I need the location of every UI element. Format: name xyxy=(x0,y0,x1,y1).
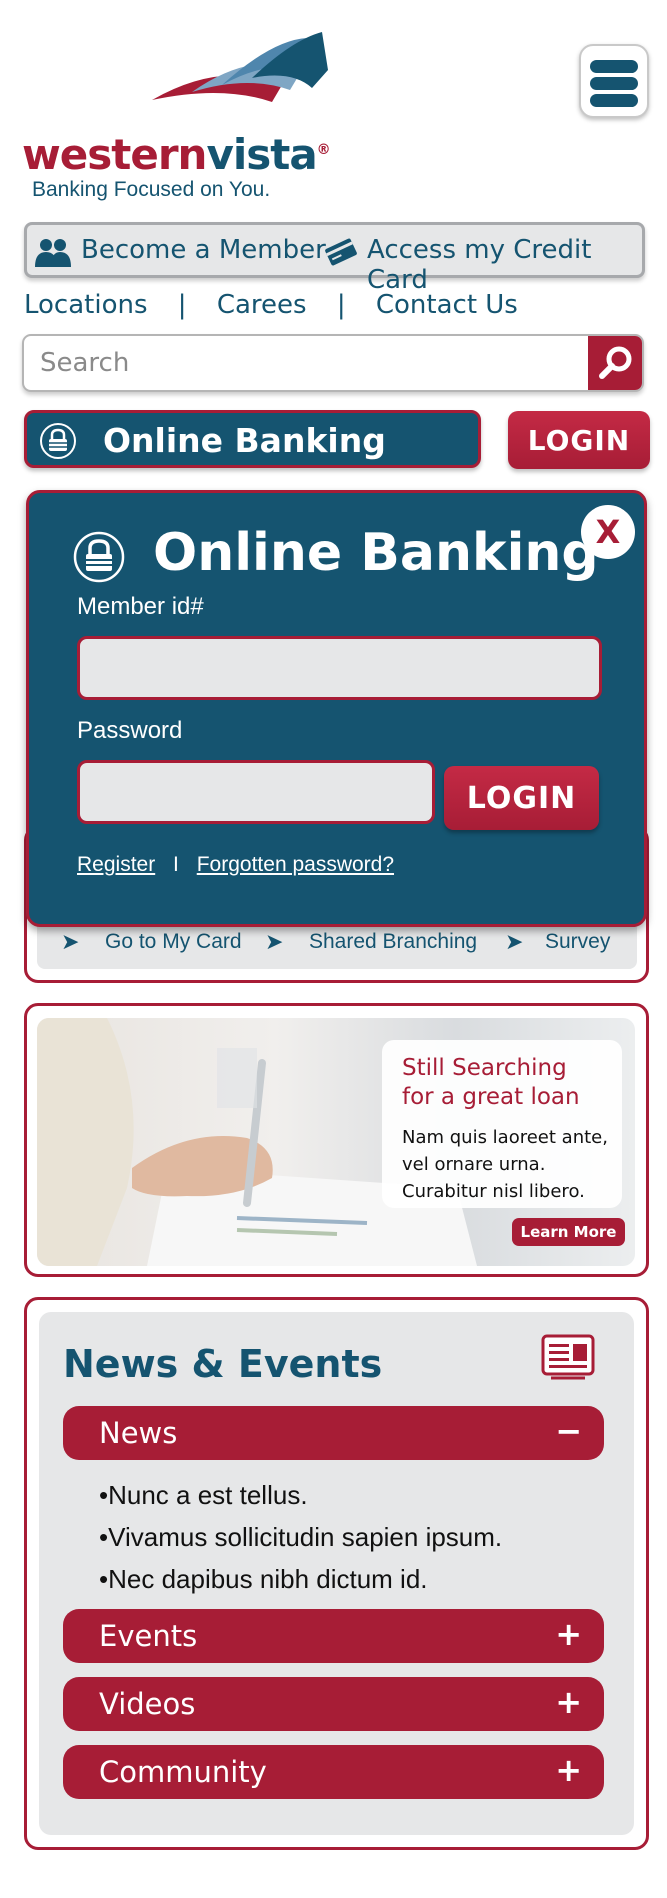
promo-image: Still Searching for a great loan Nam qui… xyxy=(37,1018,635,1266)
news-events-title: News & Events xyxy=(63,1342,383,1386)
online-banking-toggle[interactable]: Online Banking xyxy=(24,410,481,468)
accordion-events[interactable]: Events + xyxy=(63,1609,604,1663)
careers-link[interactable]: Carees xyxy=(217,290,307,320)
shared-branching-link[interactable]: Shared Branching xyxy=(309,930,477,954)
promo-body: Nam quis laoreet ante, vel ornare urna. … xyxy=(402,1127,608,1202)
menu-bar-icon xyxy=(590,60,638,73)
expand-icon: + xyxy=(555,1683,582,1721)
promo-card: Still Searching for a great loan Nam qui… xyxy=(24,1003,649,1277)
promo-heading: Still Searching for a great loan xyxy=(402,1055,580,1110)
contact-us-link[interactable]: Contact Us xyxy=(376,290,518,320)
logo-wordmark: westernvista® xyxy=(22,130,331,179)
expand-icon: + xyxy=(555,1751,582,1789)
menu-bar-icon xyxy=(590,77,638,90)
password-label: Password xyxy=(77,717,183,744)
member-bar: Become a Member Access my Credit Card xyxy=(24,222,645,295)
member-id-label: Member id# xyxy=(77,593,204,620)
top-links: Locations | Carees | Contact Us xyxy=(24,290,518,320)
register-link[interactable]: Register xyxy=(77,853,155,876)
online-banking-modal: X Online Banking Member id# Password LOG… xyxy=(26,490,647,927)
accordion-community[interactable]: Community + xyxy=(63,1745,604,1799)
list-item[interactable]: Nunc a est tellus. xyxy=(99,1474,502,1516)
menu-button[interactable] xyxy=(579,44,649,118)
collapse-icon: − xyxy=(555,1412,582,1450)
link-separator: | xyxy=(336,290,346,320)
modal-links: Register I Forgotten password? xyxy=(77,853,394,877)
list-item[interactable]: Vivamus sollicitudin sapien ipsum. xyxy=(99,1516,502,1558)
news-events-panel: News & Events News − Nunc a est tellus. … xyxy=(39,1312,634,1835)
accordion-label: Videos xyxy=(99,1687,196,1721)
accordion-videos[interactable]: Videos + xyxy=(63,1677,604,1731)
locations-link[interactable]: Locations xyxy=(24,290,148,320)
login-button[interactable]: LOGIN xyxy=(508,411,650,469)
lock-icon xyxy=(73,531,125,583)
logo[interactable]: westernvista® Banking Focused on You. xyxy=(22,30,331,205)
online-banking-label: Online Banking xyxy=(103,421,386,460)
lock-icon xyxy=(40,423,76,459)
promo-text-box: Still Searching for a great loan Nam qui… xyxy=(382,1040,622,1208)
password-input[interactable] xyxy=(77,760,435,824)
learn-more-button[interactable]: Learn More xyxy=(512,1218,625,1246)
arrow-icon: ➤ xyxy=(61,929,80,954)
survey-link[interactable]: Survey xyxy=(545,930,610,954)
accordion-label: Community xyxy=(99,1755,267,1789)
link-separator: | xyxy=(177,290,187,320)
newspaper-icon xyxy=(541,1334,595,1380)
arrow-icon: ➤ xyxy=(505,929,524,954)
member-id-input[interactable] xyxy=(77,636,602,700)
logo-tagline: Banking Focused on You. xyxy=(32,178,271,201)
modal-title: Online Banking xyxy=(153,523,599,583)
search-icon xyxy=(599,346,632,379)
arrow-icon: ➤ xyxy=(265,929,284,954)
members-icon xyxy=(35,239,71,267)
link-separator: I xyxy=(173,853,179,876)
modal-login-button[interactable]: LOGIN xyxy=(444,766,599,830)
accordion-label: Events xyxy=(99,1619,198,1653)
logo-swoosh-icon xyxy=(152,32,328,102)
accordion-news[interactable]: News − xyxy=(63,1406,604,1460)
accordion-label: News xyxy=(99,1416,178,1450)
forgot-password-link[interactable]: Forgotten password? xyxy=(197,853,394,876)
search-input[interactable] xyxy=(24,336,592,390)
expand-icon: + xyxy=(555,1615,582,1653)
access-credit-card-link[interactable]: Access my Credit Card xyxy=(367,235,642,295)
list-item[interactable]: Nec dapibus nibh dictum id. xyxy=(99,1558,502,1600)
search-bar xyxy=(22,334,644,392)
search-button[interactable] xyxy=(588,336,642,390)
go-to-my-card-link[interactable]: Go to My Card xyxy=(105,930,242,954)
become-member-link[interactable]: Become a Member xyxy=(81,235,326,265)
news-events-section: News & Events News − Nunc a est tellus. … xyxy=(24,1297,649,1850)
credit-card-icon xyxy=(325,238,357,266)
menu-bar-icon xyxy=(590,94,638,107)
news-list: Nunc a est tellus. Vivamus sollicitudin … xyxy=(99,1474,502,1600)
